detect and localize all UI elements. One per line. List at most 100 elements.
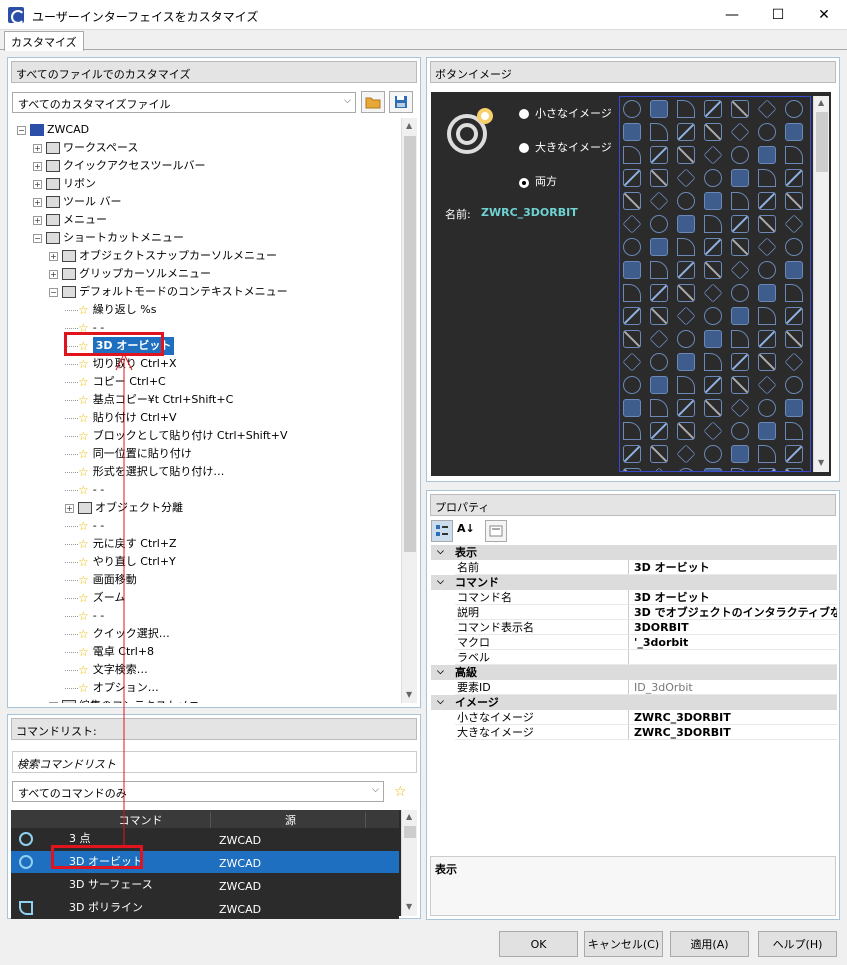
property-row[interactable]: ラベル: [431, 650, 837, 665]
button-image-icon[interactable]: [704, 192, 722, 210]
tree-item[interactable]: ☆ ブロックとして貼り付け Ctrl+Shift+V: [65, 427, 287, 445]
button-image-icon[interactable]: [785, 468, 803, 471]
expand-icon[interactable]: +: [33, 161, 42, 171]
button-image-icon[interactable]: [731, 445, 749, 463]
button-image-icon[interactable]: [703, 283, 723, 303]
button-image-icon[interactable]: [731, 169, 749, 187]
chevron-down-icon[interactable]: ⌵: [437, 575, 444, 590]
button-image-icon[interactable]: [704, 376, 722, 394]
button-image-icon[interactable]: [731, 146, 749, 164]
property-value[interactable]: 3DORBIT: [630, 620, 837, 635]
button-image-icon[interactable]: [731, 215, 749, 233]
tree-item[interactable]: + クイックアクセスツールバー: [33, 157, 205, 175]
button-image-icon[interactable]: [676, 444, 696, 464]
button-image-icon[interactable]: [623, 330, 641, 348]
button-image-icon[interactable]: [704, 445, 722, 463]
button-image-icon[interactable]: [758, 353, 776, 371]
property-category[interactable]: ⌵ 高級: [431, 665, 837, 680]
tree-item[interactable]: ☆ 基点コピー¥t Ctrl+Shift+C: [65, 391, 233, 409]
button-image-icon[interactable]: [676, 306, 696, 326]
radio-large-image[interactable]: [519, 143, 529, 153]
button-image-icon[interactable]: [650, 399, 668, 417]
button-image-icon[interactable]: [677, 468, 695, 471]
button-image-icon[interactable]: [650, 146, 668, 164]
tree-item[interactable]: ☆ - -: [65, 607, 104, 625]
button-image-icon[interactable]: [704, 169, 722, 187]
expand-icon[interactable]: +: [33, 215, 42, 225]
button-image-icon[interactable]: [785, 238, 803, 256]
button-image-icon[interactable]: [731, 422, 749, 440]
button-image-icon[interactable]: [704, 238, 722, 256]
scroll-down-icon[interactable]: ▼: [406, 690, 412, 699]
button-image-icon[interactable]: [784, 214, 804, 234]
button-image-icon[interactable]: [650, 169, 668, 187]
cancel-button[interactable]: キャンセル(C): [584, 931, 663, 957]
button-image-icon[interactable]: [757, 375, 777, 395]
command-filter-combo[interactable]: すべてのコマンドのみ ⌵: [12, 781, 384, 802]
button-image-icon[interactable]: [649, 191, 669, 211]
scroll-up-icon[interactable]: ▲: [818, 98, 824, 107]
button-image-icon[interactable]: [784, 352, 804, 372]
tree-item[interactable]: ☆ - -: [65, 517, 104, 535]
button-image-icon[interactable]: [757, 237, 777, 257]
button-image-icon[interactable]: [677, 238, 695, 256]
button-image-icon[interactable]: [785, 330, 803, 348]
button-image-icon[interactable]: [677, 146, 695, 164]
button-image-icon[interactable]: [650, 445, 668, 463]
tree-item[interactable]: + ツール バー: [33, 193, 122, 211]
button-image-icon[interactable]: [623, 169, 641, 187]
button-image-icon[interactable]: [731, 284, 749, 302]
property-value[interactable]: [630, 650, 837, 665]
button-image-icon[interactable]: [677, 192, 695, 210]
button-image-icon[interactable]: [650, 261, 668, 279]
button-image-icon[interactable]: [758, 146, 776, 164]
property-row[interactable]: 名前 3D オービット: [431, 560, 837, 575]
button-image-icon[interactable]: [758, 330, 776, 348]
expand-icon[interactable]: +: [49, 701, 58, 703]
button-image-icon[interactable]: [623, 307, 641, 325]
alphabetical-sort-icon[interactable]: A↓: [457, 522, 475, 535]
button-image-icon[interactable]: [704, 307, 722, 325]
button-image-icon[interactable]: [703, 421, 723, 441]
button-image-icon[interactable]: [731, 100, 749, 118]
property-row[interactable]: 説明3D でオブジェクトのインタラクティブな視点: [431, 605, 837, 620]
collapse-icon[interactable]: −: [17, 125, 26, 135]
button-image-icon[interactable]: [623, 468, 641, 471]
tree-scrollbar[interactable]: ▲ ▼: [401, 118, 417, 703]
radio-both[interactable]: [519, 178, 529, 188]
command-row[interactable]: 3D ポリライン ZWCAD: [11, 897, 399, 919]
tree-item[interactable]: + リボン: [33, 175, 96, 193]
button-image-icon[interactable]: [758, 468, 776, 471]
tab-customize[interactable]: カスタマイズ: [4, 31, 84, 51]
property-row[interactable]: 要素ID ID_3dOrbit: [431, 680, 837, 695]
expand-icon[interactable]: +: [65, 503, 74, 513]
customize-tree[interactable]: − ZWCAD + ワークスペース + クイックアクセスツールバー + リボン + ツール バー +…: [11, 118, 401, 703]
icon-grid[interactable]: [619, 96, 811, 472]
button-image-icon[interactable]: [677, 261, 695, 279]
button-image-icon[interactable]: [758, 169, 776, 187]
radio-small-image[interactable]: [519, 109, 529, 119]
command-row[interactable]: 3D サーフェース ZWCAD: [11, 874, 399, 896]
button-image-icon[interactable]: [704, 215, 722, 233]
button-image-icon[interactable]: [650, 376, 668, 394]
button-image-icon[interactable]: [623, 146, 641, 164]
button-image-icon[interactable]: [677, 353, 695, 371]
button-image-icon[interactable]: [785, 123, 803, 141]
tree-item[interactable]: − デフォルトモードのコンテキストメニュー: [49, 283, 288, 301]
property-category[interactable]: ⌵ イメージ: [431, 695, 837, 710]
button-image-icon[interactable]: [677, 284, 695, 302]
expand-icon[interactable]: +: [33, 143, 42, 153]
tree-item[interactable]: + グリップカーソルメニュー: [49, 265, 211, 283]
button-image-icon[interactable]: [677, 422, 695, 440]
collapse-icon[interactable]: −: [49, 287, 58, 297]
button-image-icon[interactable]: [758, 261, 776, 279]
chevron-down-icon[interactable]: ⌵: [437, 665, 444, 680]
button-image-icon[interactable]: [677, 330, 695, 348]
button-image-icon[interactable]: [731, 353, 749, 371]
button-image-icon[interactable]: [785, 261, 803, 279]
property-row[interactable]: 小さなイメージ ZWRC_3DORBIT: [431, 710, 837, 725]
button-image-icon[interactable]: [785, 307, 803, 325]
icon-grid-scrollbar[interactable]: ▲ ▼: [813, 96, 829, 472]
property-value[interactable]: ID_3dOrbit: [630, 680, 837, 695]
scroll-up-icon[interactable]: ▲: [406, 121, 412, 130]
